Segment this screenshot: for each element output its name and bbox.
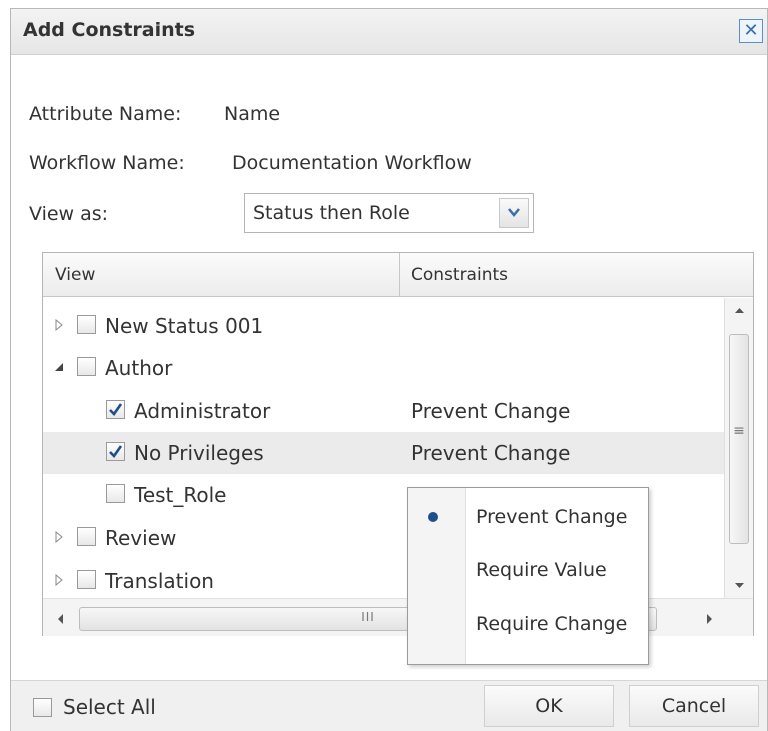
row-checkbox[interactable] bbox=[77, 527, 96, 546]
row-checkbox[interactable] bbox=[106, 484, 125, 503]
row-checkbox[interactable] bbox=[106, 442, 125, 461]
selected-radio-dot-icon bbox=[428, 512, 438, 522]
view-as-label: View as: bbox=[29, 203, 109, 225]
table-row[interactable]: No Privileges Prevent Change bbox=[43, 432, 724, 474]
row-checkbox[interactable] bbox=[106, 400, 125, 419]
expand-arrow-icon[interactable] bbox=[53, 574, 65, 586]
popup-item-label: Prevent Change bbox=[476, 506, 628, 528]
popup-menu-item[interactable]: Require Value bbox=[408, 546, 648, 596]
attribute-name-value: Name bbox=[224, 103, 281, 125]
row-label: Author bbox=[105, 356, 173, 380]
scroll-right-arrow-icon bbox=[707, 614, 712, 624]
row-label: Test_Role bbox=[134, 483, 227, 507]
close-button[interactable]: ✕ bbox=[739, 19, 763, 43]
workflow-name-value: Documentation Workflow bbox=[232, 152, 472, 174]
row-checkbox[interactable] bbox=[77, 315, 96, 334]
table-row[interactable]: New Status 001 bbox=[43, 305, 724, 347]
check-mark-icon bbox=[109, 403, 123, 417]
scroll-up-arrow-icon bbox=[735, 308, 744, 313]
dialog-title: Add Constraints bbox=[23, 19, 196, 41]
column-header-view[interactable]: View bbox=[55, 265, 95, 285]
view-as-select[interactable]: Status then Role bbox=[244, 193, 534, 233]
popup-menu-item[interactable]: Require Change bbox=[408, 600, 648, 650]
constraint-options-popup: Prevent Change Require Value Require Chang… bbox=[407, 487, 649, 665]
expand-arrow-icon[interactable] bbox=[53, 319, 65, 331]
popup-item-label: Require Change bbox=[476, 613, 628, 635]
select-all-label[interactable]: Select All bbox=[63, 695, 156, 719]
row-label: Review bbox=[105, 526, 177, 550]
scroll-left-button[interactable] bbox=[49, 607, 73, 631]
workflow-name-label: Workflow Name: bbox=[29, 152, 185, 174]
dialog-titlebar: Add Constraints ✕ bbox=[11, 9, 767, 55]
collapse-arrow-icon[interactable] bbox=[53, 361, 65, 373]
ok-button[interactable]: OK bbox=[484, 685, 614, 727]
view-as-dropdown-button[interactable] bbox=[499, 198, 529, 228]
scroll-grip: ≡ bbox=[733, 423, 745, 439]
check-mark-icon bbox=[109, 445, 123, 459]
dialog-footer: Select All OK Cancel bbox=[11, 680, 767, 731]
popup-item-label: Require Value bbox=[476, 559, 607, 581]
grid-header: View Constraints bbox=[43, 253, 753, 297]
select-all-checkbox[interactable] bbox=[33, 698, 52, 717]
scroll-up-button[interactable] bbox=[725, 298, 754, 322]
row-constraint-value[interactable]: Prevent Change bbox=[411, 399, 570, 423]
table-row[interactable]: Author bbox=[43, 347, 724, 389]
column-divider[interactable] bbox=[399, 253, 400, 297]
view-as-selected-value: Status then Role bbox=[253, 202, 410, 224]
scroll-left-arrow-icon bbox=[58, 614, 63, 624]
scroll-down-button[interactable] bbox=[725, 574, 754, 598]
row-constraint-value[interactable]: Prevent Change bbox=[411, 441, 570, 465]
column-header-constraints[interactable]: Constraints bbox=[411, 265, 508, 285]
dialog-content: Attribute Name: Name Workflow Name: Docu… bbox=[11, 55, 767, 680]
table-row[interactable]: Administrator Prevent Change bbox=[43, 390, 724, 432]
vertical-scroll-thumb[interactable]: ≡ bbox=[729, 334, 749, 544]
chevron-down-icon bbox=[508, 208, 520, 217]
vertical-scrollbar[interactable]: ≡ bbox=[724, 298, 753, 598]
add-constraints-dialog: Add Constraints ✕ Attribute Name: Name W… bbox=[10, 8, 768, 731]
scroll-right-button[interactable] bbox=[697, 607, 721, 631]
close-icon: ✕ bbox=[743, 20, 759, 41]
row-checkbox[interactable] bbox=[77, 357, 96, 376]
row-label: No Privileges bbox=[134, 441, 264, 465]
row-checkbox[interactable] bbox=[77, 570, 96, 589]
attribute-name-label: Attribute Name: bbox=[29, 103, 182, 125]
expand-arrow-icon[interactable] bbox=[53, 531, 65, 543]
row-label: Administrator bbox=[134, 399, 271, 423]
row-label: New Status 001 bbox=[105, 314, 264, 338]
row-label: Translation bbox=[105, 569, 214, 593]
cancel-button[interactable]: Cancel bbox=[629, 685, 759, 727]
scroll-down-arrow-icon bbox=[735, 583, 744, 588]
popup-menu-item[interactable]: Prevent Change bbox=[408, 493, 648, 543]
